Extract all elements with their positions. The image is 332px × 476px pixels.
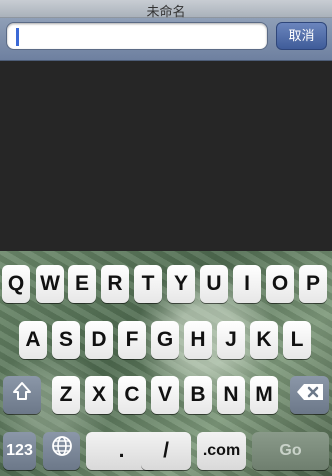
key-e[interactable]: E [68,265,96,303]
globe-icon [51,432,73,470]
key-i[interactable]: I [233,265,261,303]
key-m[interactable]: M [250,376,278,414]
key-q[interactable]: Q [2,265,30,303]
key-f[interactable]: F [118,321,146,359]
key-c[interactable]: C [118,376,146,414]
numbers-key[interactable]: 123 [3,432,36,470]
shift-key[interactable] [3,376,41,414]
key-j[interactable]: J [217,321,245,359]
on-screen-keyboard: Q W E R T Y U I O P A S D F G H J K L Z … [0,251,332,476]
key-k[interactable]: K [250,321,278,359]
shift-arrow-icon [12,376,32,414]
content-area [0,61,332,251]
key-t[interactable]: T [134,265,162,303]
key-l[interactable]: L [283,321,311,359]
slash-key[interactable]: / [141,432,191,470]
backspace-icon [296,376,324,414]
key-w[interactable]: W [36,265,64,303]
search-field[interactable] [6,22,268,50]
key-n[interactable]: N [217,376,245,414]
key-z[interactable]: Z [52,376,80,414]
key-o[interactable]: O [266,265,294,303]
key-v[interactable]: V [151,376,179,414]
key-b[interactable]: B [184,376,212,414]
globe-key[interactable] [43,432,80,470]
cancel-button[interactable]: 取消 [276,22,327,50]
key-y[interactable]: Y [167,265,195,303]
key-u[interactable]: U [200,265,228,303]
key-d[interactable]: D [85,321,113,359]
key-s[interactable]: S [52,321,80,359]
title-bar: 未命名 [0,0,332,20]
key-g[interactable]: G [151,321,179,359]
key-r[interactable]: R [101,265,129,303]
delete-key[interactable] [290,376,329,414]
go-key[interactable]: Go [252,432,329,470]
key-x[interactable]: X [85,376,113,414]
key-p[interactable]: P [299,265,327,303]
dotcom-key[interactable]: .com [197,432,246,470]
key-h[interactable]: H [184,321,212,359]
search-input[interactable] [15,26,255,46]
search-bar: 取消 [0,18,332,61]
key-a[interactable]: A [19,321,47,359]
